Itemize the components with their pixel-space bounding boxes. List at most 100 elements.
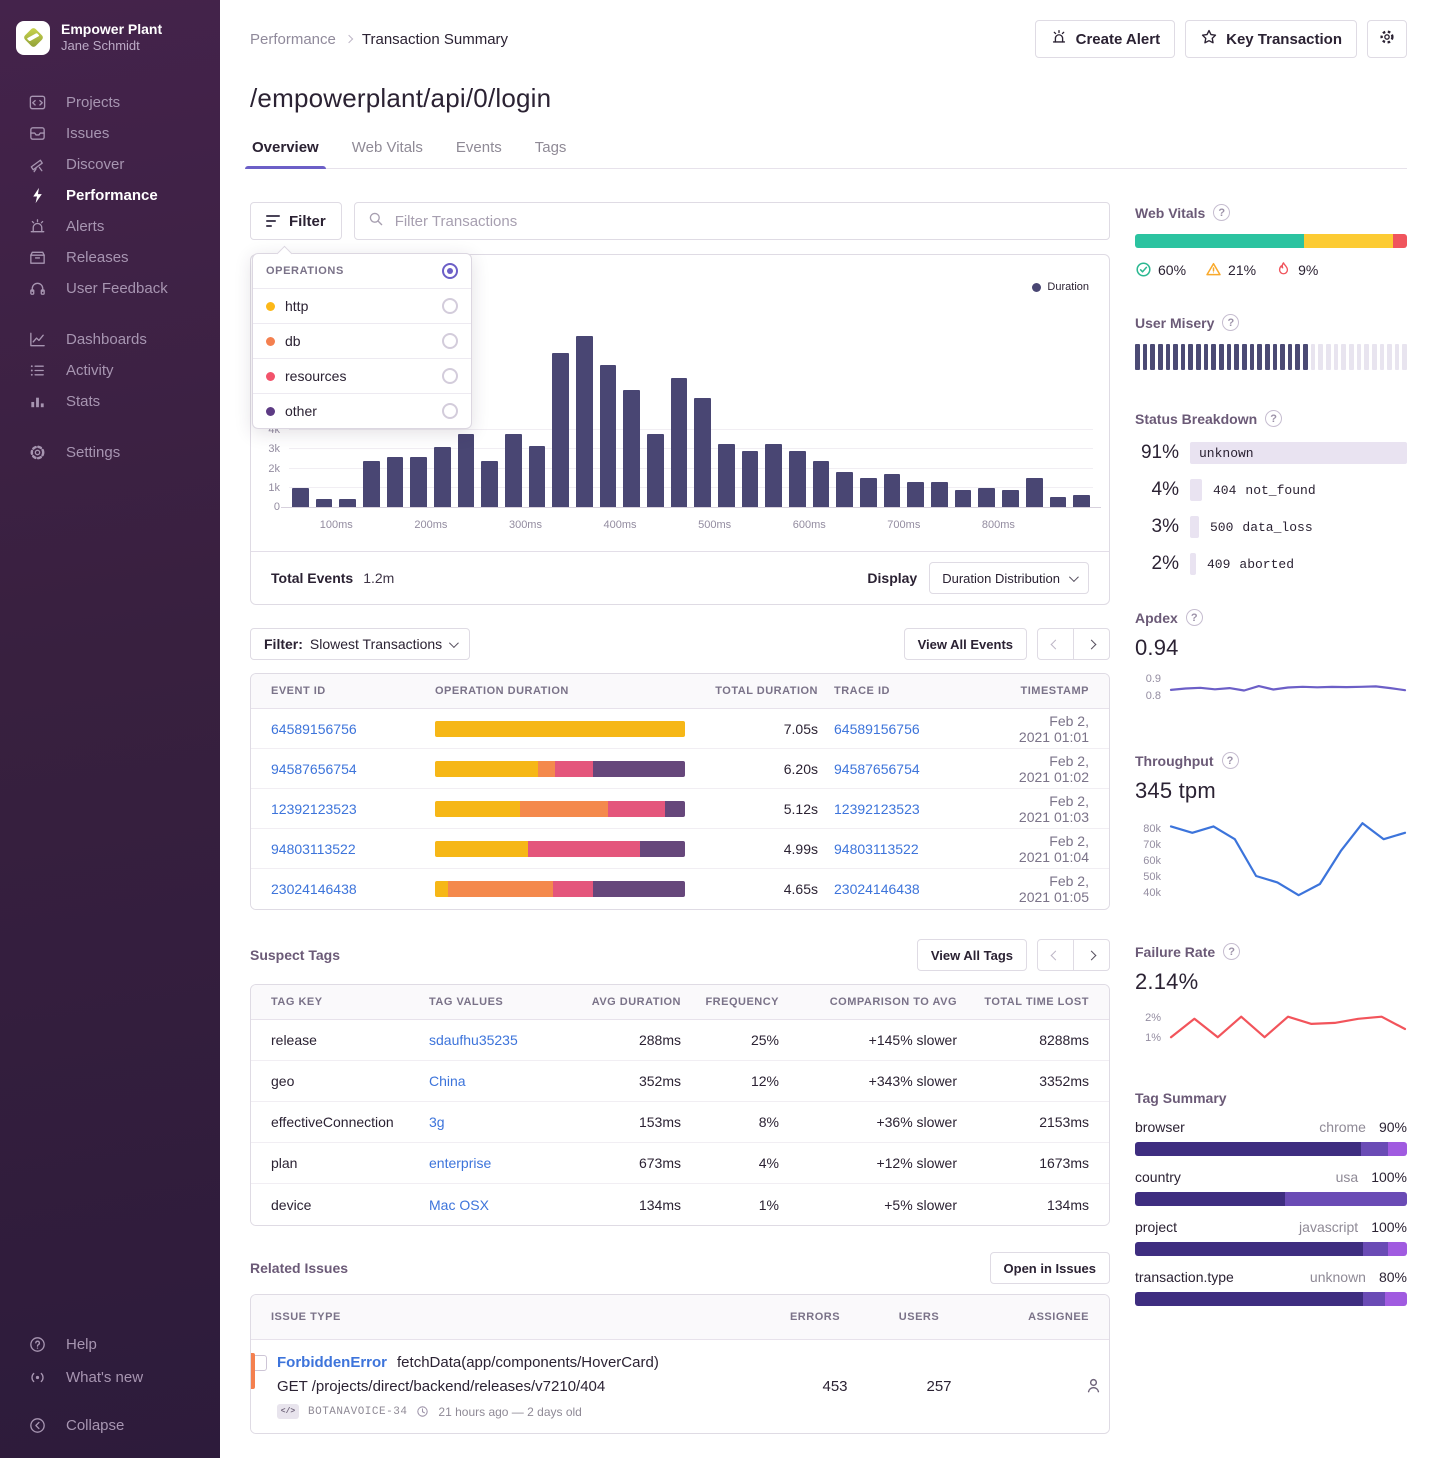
- display-select[interactable]: Duration Distribution: [929, 562, 1089, 594]
- sidebar-item-alerts[interactable]: Alerts: [0, 211, 220, 242]
- sidebar-item-help[interactable]: Help: [0, 1328, 220, 1361]
- misery-segment: [1181, 344, 1186, 370]
- sidebar-item-dashboards[interactable]: Dashboards: [0, 324, 220, 355]
- operations-option-resources[interactable]: resources: [253, 359, 471, 394]
- trace-id-link[interactable]: 94587656754: [834, 761, 920, 777]
- search-input[interactable]: [393, 212, 1096, 231]
- operation-radio[interactable]: [442, 368, 458, 384]
- filter-button[interactable]: Filter: [250, 202, 342, 240]
- tag-value-link[interactable]: China: [429, 1073, 466, 1089]
- avg-duration: 673ms: [577, 1155, 681, 1171]
- tag-value-link[interactable]: enterprise: [429, 1155, 491, 1171]
- trace-id-link[interactable]: 94803113522: [834, 841, 919, 857]
- operations-dropdown: OPERATIONS httpdbresourcesother: [252, 253, 472, 429]
- tab-web-vitals[interactable]: Web Vitals: [352, 139, 423, 168]
- transactions-filter-select[interactable]: Filter: Slowest Transactions: [250, 628, 470, 660]
- operation-radio[interactable]: [442, 298, 458, 314]
- help-question-icon[interactable]: ?: [1213, 204, 1230, 221]
- x-axis-tick-label: 600ms: [793, 519, 826, 531]
- open-in-issues-button[interactable]: Open in Issues: [990, 1252, 1110, 1284]
- view-all-tags-button[interactable]: View All Tags: [917, 939, 1027, 971]
- avg-duration: 153ms: [577, 1114, 681, 1130]
- operations-option-other[interactable]: other: [253, 394, 471, 428]
- sidebar-item-user-feedback[interactable]: User Feedback: [0, 273, 220, 304]
- total-duration: 6.20s: [713, 761, 818, 777]
- sidebar-item-settings[interactable]: Settings: [0, 437, 220, 468]
- timestamp: Feb 2, 2021 01:01: [1015, 713, 1089, 745]
- event-id-link[interactable]: 23024146438: [271, 881, 357, 897]
- display-label: Display: [867, 570, 917, 586]
- tag-value-link[interactable]: sdaufhu35235: [429, 1032, 518, 1048]
- sidebar-item-collapse[interactable]: Collapse: [0, 1409, 220, 1442]
- histogram-bar: [718, 444, 735, 507]
- operation-segment-http: [435, 761, 538, 777]
- operations-option-http[interactable]: http: [253, 289, 471, 324]
- operation-radio[interactable]: [442, 403, 458, 419]
- event-id-link[interactable]: 94803113522: [271, 841, 356, 857]
- issue-row[interactable]: ForbiddenError fetchData(app/components/…: [251, 1340, 1109, 1433]
- tab-events[interactable]: Events: [456, 139, 502, 168]
- key-transaction-button[interactable]: Key Transaction: [1185, 20, 1357, 58]
- settings-icon: [27, 443, 47, 463]
- event-id-link[interactable]: 12392123523: [271, 801, 357, 817]
- help-question-icon[interactable]: ?: [1222, 752, 1239, 769]
- org-switcher[interactable]: Empower Plant Jane Schmidt: [0, 0, 220, 55]
- misery-segment: [1334, 344, 1339, 370]
- tag-summary-top-value[interactable]: chrome: [1319, 1119, 1366, 1135]
- sidebar-item-performance[interactable]: Performance: [0, 180, 220, 211]
- chevron-down-icon: [449, 638, 459, 648]
- help-question-icon[interactable]: ?: [1222, 314, 1239, 331]
- tag-summary-section: Tag Summary browserchrome90%countryusa10…: [1135, 1090, 1407, 1306]
- summary-sidebar: Web Vitals ? 60%21%9% User Misery ? Stat…: [1135, 202, 1407, 1434]
- pager-next-button[interactable]: [1073, 628, 1110, 660]
- status-row: 91%unknown: [1135, 442, 1407, 464]
- create-alert-button[interactable]: Create Alert: [1035, 20, 1175, 58]
- histogram-bar: [434, 447, 451, 507]
- tag-summary-top-value[interactable]: unknown: [1310, 1269, 1366, 1285]
- operation-segment-http: [435, 881, 448, 897]
- tab-tags[interactable]: Tags: [535, 139, 567, 168]
- breadcrumb-performance[interactable]: Performance: [250, 31, 336, 48]
- operations-option-db[interactable]: db: [253, 324, 471, 359]
- issue-error-type[interactable]: ForbiddenError: [277, 1354, 387, 1371]
- issue-users-count: 257: [887, 1378, 991, 1395]
- misery-segment: [1273, 344, 1278, 370]
- histogram-bar: [931, 482, 948, 507]
- pager-next-button[interactable]: [1073, 939, 1110, 971]
- view-all-events-button[interactable]: View All Events: [904, 628, 1027, 660]
- failure-rate-section: Failure Rate ? 2.14% 2%1%: [1135, 943, 1407, 1056]
- chevron-down-icon: [1069, 572, 1079, 582]
- chart-footer: Total Events 1.2m Display Duration Distr…: [251, 551, 1109, 604]
- trace-id-link[interactable]: 12392123523: [834, 801, 920, 817]
- trace-id-link[interactable]: 23024146438: [834, 881, 920, 897]
- trace-id-link[interactable]: 64589156756: [834, 721, 920, 737]
- event-row: 645891567567.05s64589156756Feb 2, 2021 0…: [251, 709, 1109, 749]
- sidebar-item-what-s-new[interactable]: What's new: [0, 1361, 220, 1394]
- sidebar-item-discover[interactable]: Discover: [0, 149, 220, 180]
- tag-value-link[interactable]: 3g: [429, 1114, 445, 1130]
- help-question-icon[interactable]: ?: [1265, 410, 1282, 427]
- sidebar-item-activity[interactable]: Activity: [0, 355, 220, 386]
- sidebar-item-releases[interactable]: Releases: [0, 242, 220, 273]
- operation-radio[interactable]: [442, 333, 458, 349]
- operation-label: http: [285, 298, 308, 314]
- sparkline-tick-label: 50k: [1135, 871, 1161, 883]
- misery-segment: [1158, 344, 1163, 370]
- tag-summary-top-value[interactable]: javascript: [1299, 1219, 1358, 1235]
- tab-overview[interactable]: Overview: [252, 139, 319, 168]
- pager-prev-button[interactable]: [1037, 628, 1074, 660]
- help-question-icon[interactable]: ?: [1223, 943, 1240, 960]
- issue-assignee[interactable]: [1001, 1376, 1109, 1398]
- tag-value-link[interactable]: Mac OSX: [429, 1197, 489, 1213]
- event-id-link[interactable]: 94587656754: [271, 761, 357, 777]
- event-id-link[interactable]: 64589156756: [271, 721, 357, 737]
- sidebar-item-issues[interactable]: Issues: [0, 118, 220, 149]
- sidebar-item-projects[interactable]: Projects: [0, 87, 220, 118]
- sidebar-item-stats[interactable]: Stats: [0, 386, 220, 417]
- settings-gear-button[interactable]: [1367, 20, 1407, 58]
- help-question-icon[interactable]: ?: [1186, 609, 1203, 626]
- operations-all-radio[interactable]: [442, 263, 458, 279]
- pager-prev-button[interactable]: [1037, 939, 1074, 971]
- operation-duration-bar: [435, 801, 685, 817]
- tag-summary-top-value[interactable]: usa: [1336, 1169, 1359, 1185]
